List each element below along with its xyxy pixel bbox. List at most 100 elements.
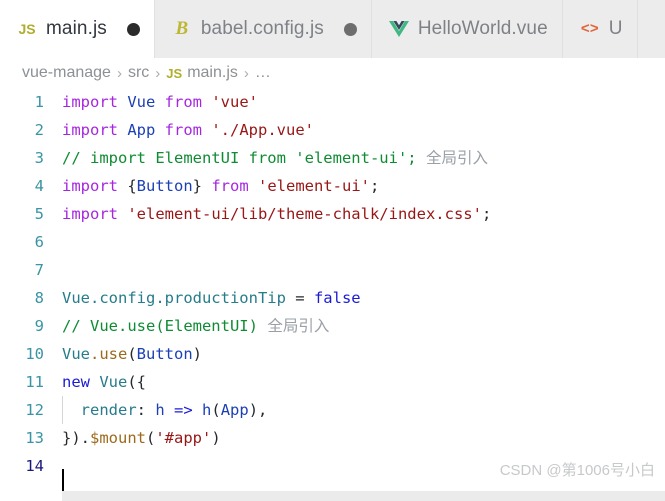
unsaved-changes-dot[interactable] <box>126 22 140 36</box>
code-token: .use <box>90 345 128 363</box>
breadcrumb-separator: › <box>116 64 122 82</box>
code-token: Vue <box>127 93 165 111</box>
code-token: ( <box>211 401 221 419</box>
horizontal-scrollbar[interactable] <box>62 491 665 501</box>
line-number: 6 <box>34 233 44 251</box>
line-number: 5 <box>34 205 44 223</box>
code-token: ), <box>248 401 268 419</box>
code-token: render <box>80 401 137 419</box>
code-token: $mount <box>90 429 146 447</box>
line-content[interactable]: Vue.use(Button) <box>62 340 665 368</box>
code-line[interactable]: 6 <box>0 228 665 256</box>
editor-tab-main-js[interactable]: JS main.js <box>0 0 155 58</box>
code-token: h <box>155 401 175 419</box>
code-token: 'vue' <box>211 93 258 111</box>
code-token: ) <box>211 429 221 447</box>
indent-guide <box>62 396 63 424</box>
line-number: 2 <box>34 121 44 139</box>
code-line[interactable]: 4 import {Button} from 'element-ui'; <box>0 172 665 200</box>
breadcrumb-separator: › <box>155 64 161 82</box>
html-file-icon: <> <box>580 20 599 38</box>
code-token: h <box>202 401 212 419</box>
code-token: Vue.config.productionTip <box>62 289 296 307</box>
code-token: '#app' <box>155 429 212 447</box>
editor-tab-helloworld-vue[interactable]: HelloWorld.vue <box>371 0 563 58</box>
line-number: 10 <box>25 345 44 363</box>
line-content[interactable]: }).$mount('#app') <box>62 424 665 452</box>
breadcrumb-separator: › <box>243 64 249 82</box>
line-content[interactable]: import App from './App.vue' <box>62 116 665 144</box>
code-token: => <box>174 401 203 419</box>
code-token: new <box>62 373 100 391</box>
code-line[interactable]: 7 <box>0 256 665 284</box>
line-number: 13 <box>25 429 44 447</box>
code-token: import <box>62 121 128 139</box>
breadcrumb-item[interactable]: vue-manage <box>22 64 111 82</box>
code-token: 'element-ui/lib/theme-chalk/index.css' <box>127 205 482 223</box>
line-content[interactable]: new Vue({ <box>62 368 665 396</box>
line-content[interactable]: import {Button} from 'element-ui'; <box>62 172 665 200</box>
line-content[interactable]: Vue.config.productionTip = false <box>62 284 665 312</box>
code-token: ; <box>481 205 492 223</box>
line-number: 14 <box>25 457 44 475</box>
editor-tab-label: main.js <box>46 18 107 39</box>
code-token: from <box>211 177 259 195</box>
breadcrumb-item[interactable]: … <box>255 64 271 82</box>
vue-file-icon <box>388 18 410 40</box>
code-token: from <box>164 121 212 139</box>
breadcrumb-item[interactable]: src <box>128 64 149 82</box>
code-line[interactable]: 5 import 'element-ui/lib/theme-chalk/inde… <box>0 200 665 228</box>
code-token: Button <box>136 177 193 195</box>
line-number: 1 <box>34 93 44 111</box>
code-token: App <box>220 401 249 419</box>
code-line[interactable]: 12 render: h => h(App), <box>0 396 665 424</box>
code-token: // Vue.use(ElementUI) <box>62 317 268 335</box>
line-number: 12 <box>25 401 44 419</box>
code-token: './App.vue' <box>211 121 314 139</box>
code-token: import <box>62 205 128 223</box>
line-number: 8 <box>34 289 44 307</box>
code-line[interactable]: 3 // import ElementUI from 'element-ui'; … <box>0 144 665 172</box>
breadcrumb: vue-manage › src › JS main.js › … <box>0 58 665 88</box>
code-line[interactable]: 10 Vue.use(Button) <box>0 340 665 368</box>
code-line[interactable]: 11 new Vue({ <box>0 368 665 396</box>
editor-tab-label: babel.config.js <box>200 18 324 39</box>
editor-tab-babel-config-js[interactable]: Bbabel.config.js <box>154 0 372 58</box>
code-line[interactable]: 8 Vue.config.productionTip = false <box>0 284 665 312</box>
code-token: import <box>62 177 128 195</box>
code-line[interactable]: 2 import App from './App.vue' <box>0 116 665 144</box>
editor-tab-label: HelloWorld.vue <box>417 18 548 39</box>
babel-file-icon: B <box>175 18 189 39</box>
editor-tab-u[interactable]: <> U <box>562 0 638 58</box>
code-token: App <box>127 121 165 139</box>
code-line[interactable]: 13 }).$mount('#app') <box>0 424 665 452</box>
code-token: 全局引入 <box>425 149 488 167</box>
line-content[interactable]: // import ElementUI from 'element-ui'; 全… <box>62 144 665 172</box>
js-file-icon: JS <box>166 65 183 81</box>
code-token: import <box>62 93 128 111</box>
js-file-icon: JS <box>18 21 36 37</box>
code-token: { <box>127 177 137 195</box>
code-token: ; <box>370 177 380 195</box>
line-number: 7 <box>34 261 44 279</box>
unsaved-changes-dot[interactable] <box>343 22 357 36</box>
line-content[interactable]: import 'element-ui/lib/theme-chalk/index… <box>62 200 665 228</box>
breadcrumb-item[interactable]: main.js <box>187 64 238 82</box>
code-token: = <box>295 289 314 307</box>
line-content[interactable]: import Vue from 'vue' <box>62 88 665 116</box>
code-token: Vue <box>62 345 90 363</box>
code-token: 全局引入 <box>267 317 330 335</box>
code-line[interactable]: 9 // Vue.use(ElementUI) 全局引入 <box>0 312 665 340</box>
code-editor[interactable]: 1 import Vue from 'vue' 2 import App from '… <box>0 88 665 501</box>
line-content[interactable]: // Vue.use(ElementUI) 全局引入 <box>62 312 665 340</box>
code-line[interactable]: 1 import Vue from 'vue' <box>0 88 665 116</box>
code-line[interactable]: 14 <box>0 452 665 491</box>
editor-tab-bar: JS main.js Bbabel.config.js HelloWorld.vue <… <box>0 0 665 58</box>
line-content[interactable]: render: h => h(App), <box>62 396 665 424</box>
code-token: // import ElementUI from 'element-ui'; <box>62 149 426 167</box>
code-token: : <box>136 401 156 419</box>
code-lines: 1 import Vue from 'vue' 2 import App from '… <box>0 88 665 491</box>
editor-tab-label: U <box>608 18 623 39</box>
code-token: ({ <box>127 373 146 391</box>
